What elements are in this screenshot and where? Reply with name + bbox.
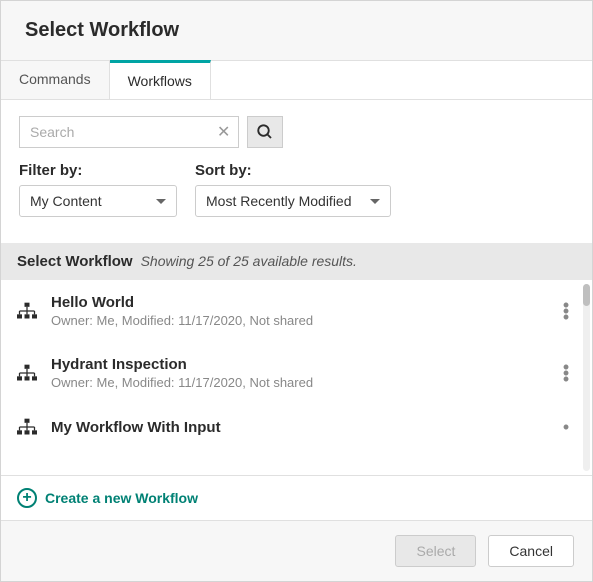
sort-by-dropdown[interactable]: Most Recently Modified [195,185,391,217]
search-input[interactable] [28,123,213,141]
filters-row: Filter by: My Content Sort by: Most Rece… [19,162,574,217]
filter-by-value: My Content [30,193,102,209]
select-workflow-dialog: Select Workflow Commands Workflows ✕ Fil… [0,0,593,582]
create-workflow-label: Create a new Workflow [45,490,198,506]
list-item-body: My Workflow With Input [51,419,542,436]
more-options-icon[interactable]: ••• [556,302,576,320]
results-list-wrap: Hello World Owner: Me, Modified: 11/17/2… [1,280,592,475]
clear-icon[interactable]: ✕ [213,122,234,142]
cancel-button[interactable]: Cancel [488,535,574,567]
list-item[interactable]: Hello World Owner: Me, Modified: 11/17/2… [1,280,592,342]
scrollbar[interactable] [583,284,590,471]
scrollbar-thumb[interactable] [583,284,590,306]
sort-by-value: Most Recently Modified [206,193,352,209]
filter-by-dropdown[interactable]: My Content [19,185,177,217]
tab-commands[interactable]: Commands [1,61,110,99]
sort-by-label: Sort by: [195,162,391,179]
list-item[interactable]: My Workflow With Input • [1,404,592,436]
dialog-title: Select Workflow [25,19,568,42]
create-workflow-button[interactable]: + Create a new Workflow [1,475,592,520]
plus-icon: + [17,488,37,508]
filter-group: Filter by: My Content [19,162,177,217]
filter-by-label: Filter by: [19,162,177,179]
workflow-icon [17,364,37,382]
list-item-meta: Owner: Me, Modified: 11/17/2020, Not sha… [51,313,542,328]
list-item[interactable]: Hydrant Inspection Owner: Me, Modified: … [1,342,592,404]
search-button[interactable] [247,116,283,148]
list-item-meta: Owner: Me, Modified: 11/17/2020, Not sha… [51,375,542,390]
more-options-icon[interactable]: ••• [556,364,576,382]
select-button: Select [395,535,476,567]
chevron-down-icon [156,199,166,204]
search-icon [256,123,274,141]
chevron-down-icon [370,199,380,204]
list-item-body: Hello World Owner: Me, Modified: 11/17/2… [51,294,542,328]
dialog-header: Select Workflow [1,1,592,61]
list-item-title: Hydrant Inspection [51,356,542,373]
tab-bar: Commands Workflows [1,61,592,100]
results-list[interactable]: Hello World Owner: Me, Modified: 11/17/2… [1,280,592,475]
workflow-icon [17,418,37,436]
sort-group: Sort by: Most Recently Modified [195,162,391,217]
results-header: Select Workflow Showing 25 of 25 availab… [1,243,592,280]
results-count: Showing 25 of 25 available results. [141,253,357,269]
results-title: Select Workflow [17,253,133,270]
tab-workflows[interactable]: Workflows [110,60,211,99]
list-item-title: Hello World [51,294,542,311]
list-item-title: My Workflow With Input [51,419,542,436]
workflow-icon [17,302,37,320]
search-box: ✕ [19,116,239,148]
search-row: ✕ [19,116,574,148]
dialog-footer: Select Cancel [1,520,592,581]
more-options-icon[interactable]: • [556,424,576,430]
content-area: ✕ Filter by: My Content Sort by: Most Re… [1,100,592,225]
list-item-body: Hydrant Inspection Owner: Me, Modified: … [51,356,542,390]
